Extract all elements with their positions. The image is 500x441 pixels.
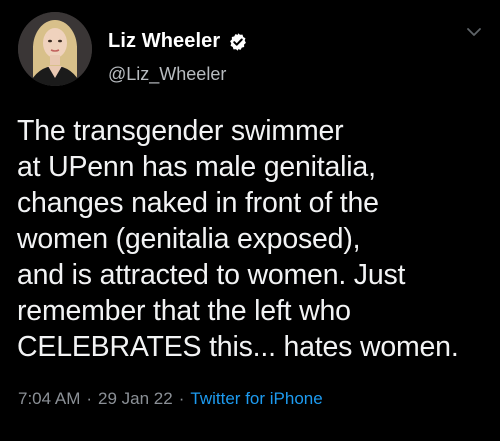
tweet-meta: 7:04 AM · 29 Jan 22 · Twitter for iPhone (18, 389, 323, 409)
meta-separator: · (86, 389, 93, 408)
name-row: Liz Wheeler (108, 30, 248, 53)
tweet-time[interactable]: 7:04 AM (18, 389, 80, 409)
tweet-card: Liz Wheeler @Liz_Wheeler The transgender… (0, 0, 500, 441)
verified-badge-icon (228, 32, 248, 52)
meta-separator: · (178, 389, 185, 408)
tweet-text: The transgender swimmer at UPenn has mal… (17, 113, 487, 365)
tweet-date[interactable]: 29 Jan 22 (98, 389, 173, 409)
tweet-source-link[interactable]: Twitter for iPhone (190, 389, 322, 409)
tweet-line: CELEBRATES this... hates women. (17, 331, 459, 363)
avatar[interactable] (18, 12, 92, 86)
tweet-line: at UPenn has male genitalia, (17, 151, 376, 183)
chevron-down-icon[interactable] (464, 22, 484, 42)
display-name[interactable]: Liz Wheeler (108, 30, 220, 53)
tweet-line: women (genitalia exposed), (17, 223, 361, 255)
tweet-line: The transgender swimmer (17, 115, 344, 147)
tweet-header: Liz Wheeler @Liz_Wheeler (18, 12, 484, 88)
tweet-line: and is attracted to women. Just (17, 259, 406, 291)
tweet-line: changes naked in front of the (17, 187, 379, 219)
avatar-image (18, 12, 92, 86)
tweet-line: remember that the left who (17, 295, 351, 327)
handle[interactable]: @Liz_Wheeler (108, 64, 226, 85)
